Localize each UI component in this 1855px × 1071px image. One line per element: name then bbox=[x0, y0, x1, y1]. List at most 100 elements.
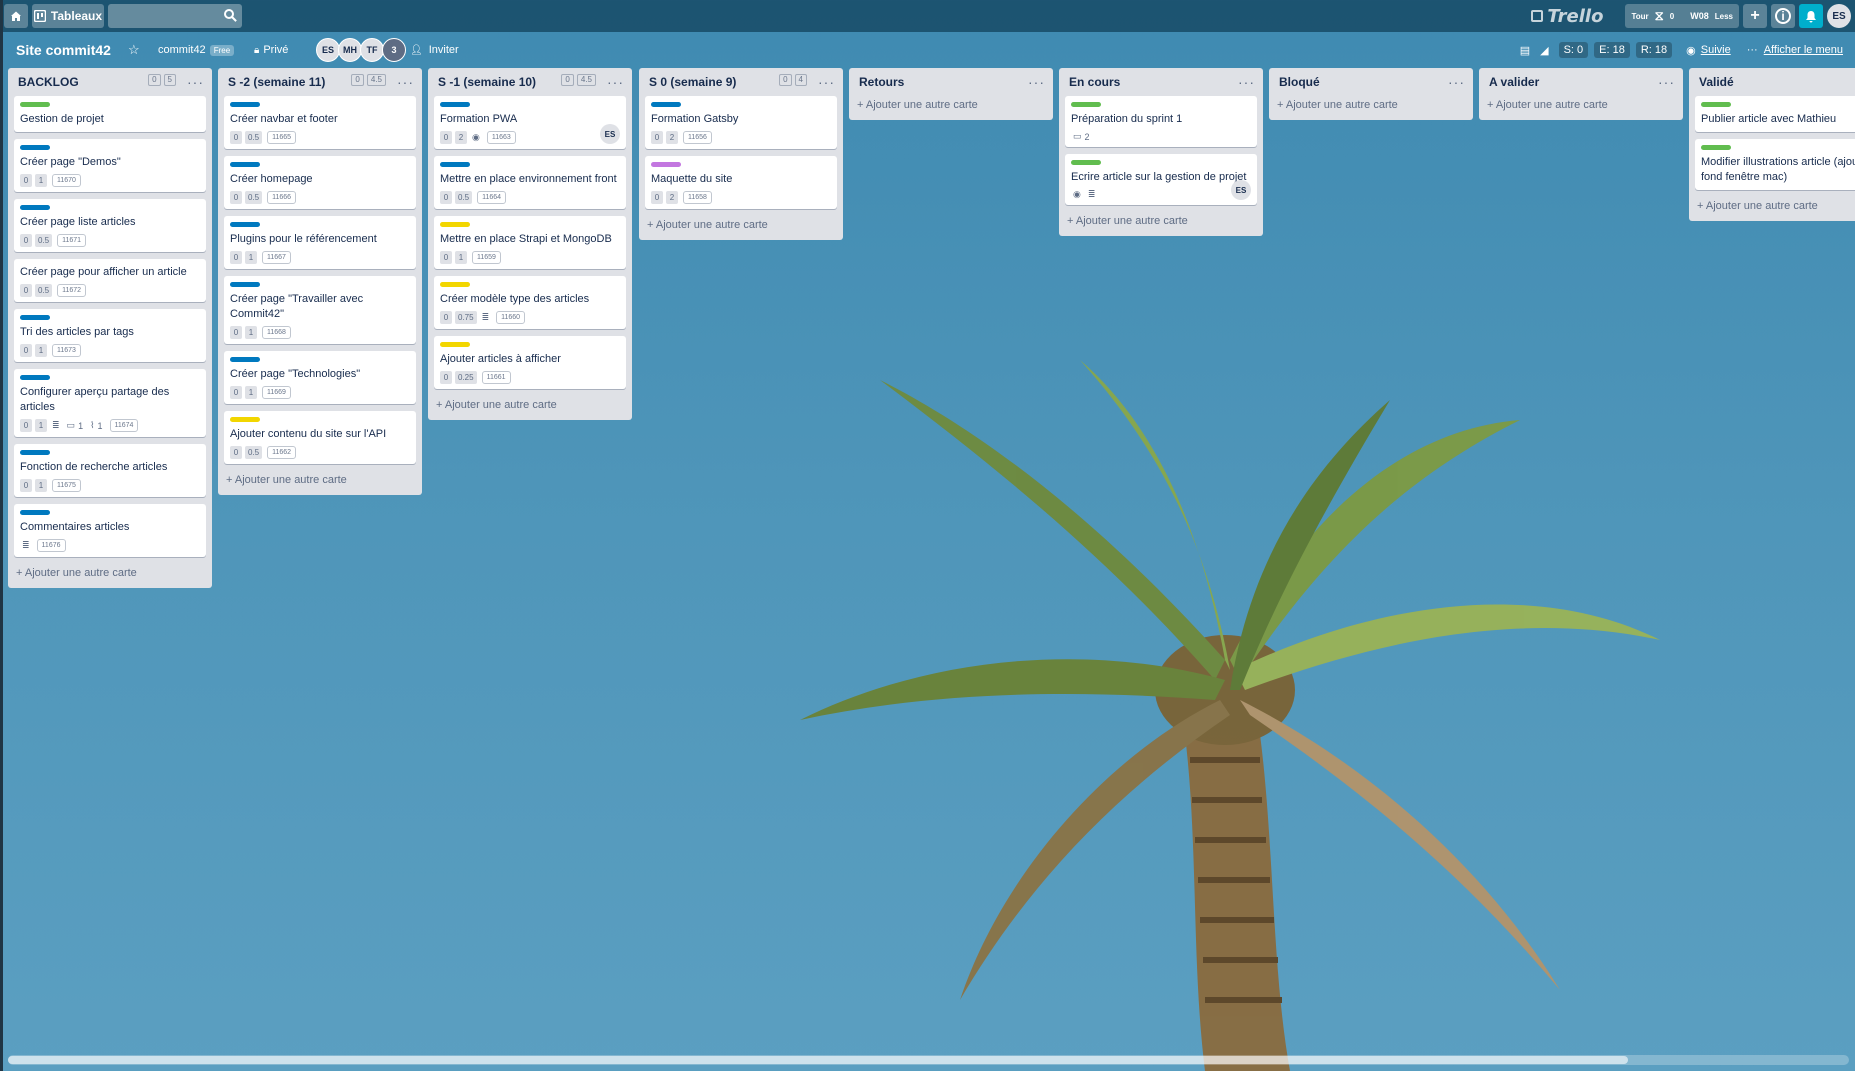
list-title[interactable]: S -2 (semaine 11) bbox=[228, 75, 325, 89]
card[interactable]: Créer page "Demos" 0 1 11670 bbox=[14, 139, 206, 192]
user-avatar[interactable]: ES bbox=[1827, 4, 1851, 28]
list-menu-button[interactable]: ··· bbox=[1448, 74, 1465, 90]
card-id-badge: 11661 bbox=[481, 371, 511, 384]
add-card-button[interactable]: + Ajouter une autre carte bbox=[428, 396, 632, 416]
list-title[interactable]: S -1 (semaine 10) bbox=[438, 75, 536, 89]
list-title[interactable]: S 0 (semaine 9) bbox=[649, 75, 736, 89]
card[interactable]: Créer page pour afficher un article 0 0.5 1… bbox=[14, 259, 206, 302]
search-input[interactable] bbox=[108, 4, 242, 28]
calendar-icon[interactable]: ▤ bbox=[1520, 44, 1530, 57]
card[interactable]: Créer page "Technologies" 0 1 11669 bbox=[224, 351, 416, 404]
invite-button[interactable]: 👤︎ Inviter bbox=[410, 36, 459, 64]
card[interactable]: Plugins pour le référencement 0 1 11667 bbox=[224, 216, 416, 269]
card-id-badge: 11676 bbox=[36, 539, 66, 552]
list-menu-button[interactable]: ··· bbox=[1658, 74, 1675, 90]
list-menu-button[interactable]: ··· bbox=[1028, 74, 1045, 90]
list-header[interactable]: S -2 (semaine 11) 0 4.5 ··· bbox=[218, 68, 422, 96]
list-header[interactable]: S -1 (semaine 10) 0 4.5 ··· bbox=[428, 68, 632, 96]
invite-label: Inviter bbox=[428, 44, 459, 56]
add-card-button[interactable]: + Ajouter une autre carte bbox=[1689, 197, 1855, 217]
stat-s: S: 0 bbox=[1558, 42, 1589, 58]
card[interactable]: Mettre en place Strapi et MongoDB 0 1 11659 bbox=[434, 216, 626, 269]
list-title[interactable]: BACKLOG bbox=[18, 75, 79, 89]
card[interactable]: Mettre en place environnement front 0 0.5 1… bbox=[434, 156, 626, 209]
visibility-button[interactable]: 🔒︎ Privé bbox=[254, 36, 288, 64]
trello-logo: Trello bbox=[1531, 6, 1603, 27]
list-title[interactable]: Retours bbox=[859, 75, 904, 89]
star-button[interactable]: ☆ bbox=[128, 36, 140, 64]
card-title: Ecrire article sur la gestion de projet bbox=[1071, 171, 1247, 183]
card[interactable]: Maquette du site 0 2 11658 bbox=[645, 156, 837, 209]
card[interactable]: Configurer aperçu partage des articles 0 1… bbox=[14, 369, 206, 437]
list-header[interactable]: BACKLOG 0 5 ··· bbox=[8, 68, 212, 96]
list-title[interactable]: A valider bbox=[1489, 75, 1539, 89]
card[interactable]: Formation PWA 0 2 ◉ 11663 ES bbox=[434, 96, 626, 149]
list-header[interactable]: Validé··· bbox=[1689, 68, 1855, 96]
create-button[interactable]: + bbox=[1743, 4, 1767, 28]
boards-button[interactable]: Tableaux bbox=[32, 4, 104, 28]
card[interactable]: Créer navbar et footer 0 0.5 11665 bbox=[224, 96, 416, 149]
list-title[interactable]: Validé bbox=[1699, 75, 1734, 89]
add-card-button[interactable]: + Ajouter une autre carte bbox=[849, 96, 1053, 116]
card-label-blue bbox=[20, 375, 50, 380]
list-column: S -2 (semaine 11) 0 4.5 ··· Créer navbar et … bbox=[218, 68, 422, 495]
list-menu-button[interactable]: ··· bbox=[1238, 74, 1255, 90]
list-title[interactable]: Bloqué bbox=[1279, 75, 1320, 89]
show-menu-button[interactable]: Afficher le menu bbox=[1764, 44, 1843, 56]
list-column: Bloqué ··· + Ajouter une autre carte bbox=[1269, 68, 1473, 120]
member-avatar[interactable]: TF bbox=[360, 38, 384, 62]
estimate-badge: 0 bbox=[230, 446, 242, 459]
info-button[interactable]: i bbox=[1771, 4, 1795, 28]
card[interactable]: Ecrire article sur la gestion de projet ◉… bbox=[1065, 154, 1257, 205]
notifications-button[interactable] bbox=[1799, 4, 1823, 28]
card-label-blue bbox=[20, 145, 50, 150]
card[interactable]: Créer homepage 0 0.5 11666 bbox=[224, 156, 416, 209]
estimate-badge: 0 bbox=[440, 311, 452, 324]
add-card-button[interactable]: + Ajouter une autre carte bbox=[1269, 96, 1473, 116]
scrollbar-thumb[interactable] bbox=[8, 1056, 1628, 1064]
member-avatar[interactable]: ES bbox=[316, 38, 340, 62]
list-header[interactable]: En cours ··· bbox=[1059, 68, 1263, 96]
card[interactable]: Fonction de recherche articles 0 1 11675 bbox=[14, 444, 206, 497]
list-menu-button[interactable]: ··· bbox=[607, 74, 624, 90]
add-card-button[interactable]: + Ajouter une autre carte bbox=[1479, 96, 1683, 116]
horizontal-scrollbar[interactable] bbox=[8, 1055, 1849, 1065]
list-menu-button[interactable]: ··· bbox=[187, 74, 204, 90]
list-menu-button[interactable]: ··· bbox=[818, 74, 835, 90]
add-card-button[interactable]: + Ajouter une autre carte bbox=[639, 216, 843, 236]
list-menu-button[interactable]: ··· bbox=[397, 74, 414, 90]
list-header[interactable]: A valider ··· bbox=[1479, 68, 1683, 96]
card[interactable]: Commentaires articles ≣ 11676 bbox=[14, 504, 206, 557]
card-title: Créer page pour afficher un article bbox=[20, 266, 187, 278]
card[interactable]: Préparation du sprint 1 ▭ 2 bbox=[1065, 96, 1257, 147]
card[interactable]: Créer page liste articles 0 0.5 11671 bbox=[14, 199, 206, 252]
add-card-button[interactable]: + Ajouter une autre carte bbox=[8, 564, 212, 584]
team-button[interactable]: commit42 Free bbox=[158, 36, 235, 64]
list-header[interactable]: S 0 (semaine 9) 0 4 ··· bbox=[639, 68, 843, 96]
card[interactable]: Tri des articles par tags 0 1 11673 bbox=[14, 309, 206, 362]
home-button[interactable] bbox=[4, 4, 28, 28]
follow-button[interactable]: Suivie bbox=[1701, 44, 1731, 56]
tour-widget[interactable]: Tour ⧖ 0 W08 Less bbox=[1625, 4, 1739, 28]
card[interactable]: Ajouter contenu du site sur l'API 0 0.5 116… bbox=[224, 411, 416, 464]
card[interactable]: Formation Gatsby 0 2 11656 bbox=[645, 96, 837, 149]
card[interactable]: Ajouter articles à afficher 0 0.25 11661 bbox=[434, 336, 626, 389]
add-card-button[interactable]: + Ajouter une autre carte bbox=[218, 471, 422, 491]
card-member-avatar[interactable]: ES bbox=[600, 124, 620, 144]
chart-icon[interactable]: ◢ bbox=[1540, 44, 1548, 57]
add-card-button[interactable]: + Ajouter une autre carte bbox=[1059, 212, 1263, 232]
card[interactable]: Gestion de projet bbox=[14, 96, 206, 132]
member-avatar[interactable]: MH bbox=[338, 38, 362, 62]
card[interactable]: Créer page "Travailler avec Commit42" 0 1 1… bbox=[224, 276, 416, 344]
list-header[interactable]: Retours ··· bbox=[849, 68, 1053, 96]
card-member-avatar[interactable]: ES bbox=[1231, 180, 1251, 200]
member-count[interactable]: 3 bbox=[382, 38, 406, 62]
list-header[interactable]: Bloqué ··· bbox=[1269, 68, 1473, 96]
card[interactable]: Créer modèle type des articles 0 0.75 ≣ 1166… bbox=[434, 276, 626, 329]
card[interactable]: Publier article avec Mathieu bbox=[1695, 96, 1855, 132]
list-title[interactable]: En cours bbox=[1069, 75, 1120, 89]
card-badges: ≣ 11676 bbox=[20, 539, 200, 552]
card[interactable]: Modifier illustrations article (ajout fo… bbox=[1695, 139, 1855, 190]
card-title: Formation Gatsby bbox=[651, 113, 739, 125]
board-title[interactable]: Site commit42 bbox=[16, 42, 111, 58]
